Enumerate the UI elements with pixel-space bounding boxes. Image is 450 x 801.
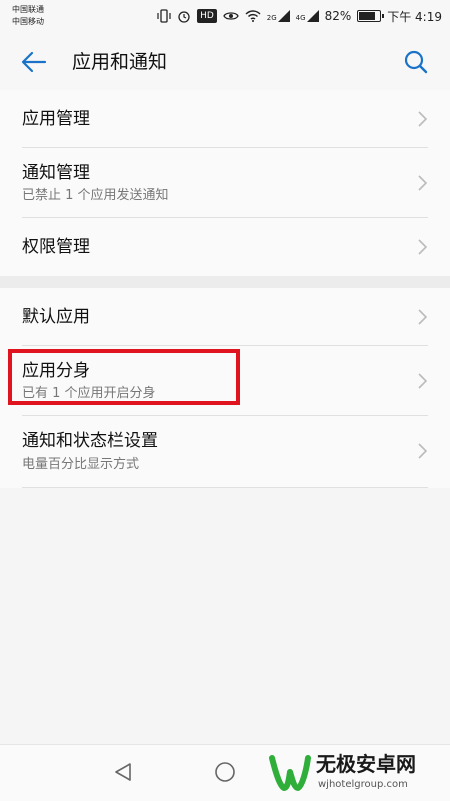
search-icon — [404, 50, 428, 74]
eye-comfort-icon — [223, 10, 239, 22]
chevron-right-icon — [418, 175, 428, 191]
item-label: 默认应用 — [22, 307, 90, 327]
list-item-notification-status-bar[interactable]: 通知和状态栏设置 电量百分比显示方式 — [0, 416, 450, 488]
back-button[interactable] — [18, 46, 50, 78]
list-item-permission-management[interactable]: 权限管理 — [0, 218, 450, 276]
battery-percent: 82% — [324, 9, 352, 23]
list-item-app-twin[interactable]: 应用分身 已有 1 个应用开启分身 — [0, 346, 450, 416]
signal-2-icon: 4G — [296, 10, 319, 22]
clock: 下午 4:19 — [387, 9, 442, 24]
page-title: 应用和通知 — [72, 51, 168, 73]
chevron-right-icon — [418, 309, 428, 325]
signal-1-icon: 2G — [267, 10, 290, 22]
hd-badge: HD — [197, 9, 217, 23]
item-label: 通知和状态栏设置 — [22, 431, 158, 451]
item-subtitle: 电量百分比显示方式 — [22, 457, 140, 472]
list-item-app-management[interactable]: 应用管理 — [0, 90, 450, 148]
status-icons: HD 2G 4G 82% 下午 4:19 — [157, 6, 442, 26]
alarm-icon — [177, 9, 191, 23]
nav-back-icon[interactable] — [112, 761, 134, 783]
back-arrow-icon — [21, 51, 47, 73]
item-label: 通知管理 — [22, 163, 90, 183]
list-item-notification-management[interactable]: 通知管理 已禁止 1 个应用发送通知 — [0, 148, 450, 218]
carrier-info: 中国联通 中国移动 — [12, 4, 44, 28]
watermark-logo-icon — [269, 755, 311, 791]
chevron-right-icon — [418, 239, 428, 255]
separator — [22, 487, 428, 488]
watermark: 无极安卓网 wjhotelgroup.com — [266, 746, 450, 798]
watermark-title: 无极安卓网 — [316, 752, 416, 776]
status-bar: 中国联通 中国移动 HD 2G 4G 82% 下午 4:19 — [0, 0, 450, 32]
group-divider — [0, 276, 450, 288]
carrier-2: 中国移动 — [12, 17, 44, 26]
toolbar: 应用和通知 — [0, 32, 450, 90]
network-type-1: 2G — [266, 14, 277, 22]
nav-home-icon[interactable] — [214, 761, 236, 783]
battery-icon — [357, 10, 385, 22]
chevron-right-icon — [418, 443, 428, 459]
watermark-url: wjhotelgroup.com — [318, 779, 408, 790]
item-subtitle: 已有 1 个应用开启分身 — [22, 386, 156, 401]
item-subtitle: 已禁止 1 个应用发送通知 — [22, 188, 169, 203]
search-button[interactable] — [400, 46, 432, 78]
vibrate-icon — [157, 9, 171, 23]
item-label: 应用分身 — [22, 361, 90, 381]
wifi-icon — [245, 10, 261, 22]
network-type-2: 4G — [295, 14, 306, 22]
carrier-1: 中国联通 — [12, 5, 44, 14]
item-label: 应用管理 — [22, 109, 90, 129]
chevron-right-icon — [418, 111, 428, 127]
list-item-default-apps[interactable]: 默认应用 — [0, 288, 450, 346]
chevron-right-icon — [418, 373, 428, 389]
item-label: 权限管理 — [22, 237, 90, 257]
settings-group-2: 默认应用 应用分身 已有 1 个应用开启分身 通知和状态栏设置 电量百分比显示方… — [0, 288, 450, 488]
settings-group-1: 应用管理 通知管理 已禁止 1 个应用发送通知 权限管理 — [0, 90, 450, 276]
